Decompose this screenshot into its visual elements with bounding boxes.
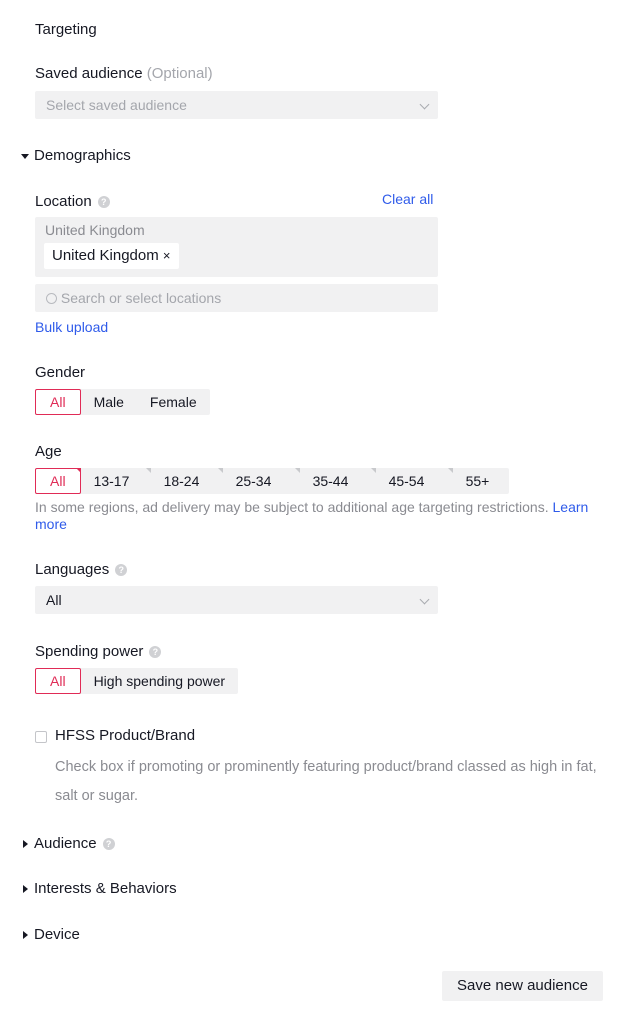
- hfss-label: HFSS Product/Brand: [55, 727, 196, 744]
- hfss-checkbox[interactable]: [35, 731, 47, 743]
- location-label: Location?: [35, 193, 110, 210]
- location-tag: United Kingdom ×: [44, 243, 179, 269]
- caret-down-icon: [21, 153, 29, 159]
- gender-segmented: All Male Female: [35, 389, 210, 415]
- help-circle-icon[interactable]: ?: [149, 646, 162, 659]
- location-tag-label: United Kingdom: [52, 247, 159, 264]
- spending-power-label-text: Spending power: [35, 643, 144, 660]
- age-option-all-label: All: [50, 473, 66, 489]
- spending-power-segmented: All High spending power: [35, 668, 239, 694]
- help-circle-icon[interactable]: ?: [115, 564, 128, 577]
- saved-audience-select[interactable]: Select saved audience: [35, 91, 438, 119]
- close-icon[interactable]: ×: [163, 248, 171, 263]
- age-label: Age: [35, 443, 62, 460]
- age-option-label: 25-34: [235, 473, 272, 489]
- spending-power-label: Spending power?: [35, 643, 162, 660]
- chevron-down-icon: [419, 99, 430, 110]
- search-icon: [46, 293, 57, 304]
- demographics-toggle[interactable]: Demographics: [21, 147, 131, 164]
- age-option-label: 13-17: [93, 473, 130, 489]
- age-option-35-44[interactable]: 35-44: [300, 468, 376, 494]
- languages-value: All: [46, 592, 62, 608]
- gender-option-male[interactable]: Male: [81, 389, 137, 415]
- audience-section-toggle[interactable]: Audience?: [23, 835, 115, 852]
- spending-option-high[interactable]: High spending power: [81, 668, 239, 694]
- device-section-label: Device: [34, 926, 80, 943]
- help-circle-icon[interactable]: ?: [102, 838, 115, 851]
- age-option-label: 35-44: [312, 473, 349, 489]
- optional-hint: (Optional): [146, 65, 213, 82]
- clear-all-link[interactable]: Clear all: [382, 191, 433, 207]
- saved-audience-label-text: Saved audience: [35, 65, 143, 82]
- location-label-text: Location: [35, 193, 92, 210]
- languages-label: Languages?: [35, 561, 128, 578]
- age-option-label: 18-24: [163, 473, 200, 489]
- gender-label: Gender: [35, 364, 86, 381]
- age-option-all[interactable]: All: [35, 468, 81, 494]
- gender-option-all[interactable]: All: [35, 389, 81, 415]
- location-group-label: United Kingdom: [45, 222, 145, 238]
- saved-audience-label: Saved audience (Optional): [35, 65, 213, 82]
- age-segmented: All 13-17 18-24 25-34 35-44 45-54 55+: [35, 468, 509, 494]
- page-title: Targeting: [35, 21, 97, 38]
- bulk-upload-link[interactable]: Bulk upload: [35, 319, 108, 335]
- caret-right-icon: [23, 885, 28, 894]
- age-option-label: 45-54: [388, 473, 425, 489]
- age-option-45-54[interactable]: 45-54: [376, 468, 453, 494]
- age-option-18-24[interactable]: 18-24: [151, 468, 223, 494]
- languages-select[interactable]: All: [35, 586, 438, 614]
- age-note-text: In some regions, ad delivery may be subj…: [35, 499, 549, 515]
- location-search-placeholder: Search or select locations: [60, 290, 222, 306]
- save-new-audience-button[interactable]: Save new audience: [442, 971, 603, 1001]
- caret-right-icon: [23, 931, 28, 940]
- age-option-55-plus[interactable]: 55+: [453, 468, 509, 494]
- age-option-13-17[interactable]: 13-17: [81, 468, 151, 494]
- age-note: In some regions, ad delivery may be subj…: [35, 499, 595, 533]
- hfss-description: Check box if promoting or prominently fe…: [55, 759, 597, 804]
- chevron-down-icon: [419, 594, 430, 605]
- caret-right-icon: [23, 840, 28, 849]
- interests-section-label: Interests & Behaviors: [34, 880, 177, 897]
- saved-audience-placeholder: Select saved audience: [46, 97, 187, 113]
- help-circle-icon[interactable]: ?: [97, 196, 110, 209]
- audience-section-label: Audience: [34, 835, 97, 852]
- languages-label-text: Languages: [35, 561, 110, 578]
- age-option-label: 55+: [465, 473, 490, 489]
- selected-locations-box: United Kingdom United Kingdom ×: [35, 217, 438, 277]
- age-option-25-34[interactable]: 25-34: [223, 468, 300, 494]
- spending-option-all[interactable]: All: [35, 668, 81, 694]
- device-section-toggle[interactable]: Device: [23, 926, 80, 943]
- gender-option-female[interactable]: Female: [137, 389, 210, 415]
- location-search-input[interactable]: Search or select locations: [35, 284, 438, 312]
- demographics-label: Demographics: [34, 147, 131, 164]
- interests-section-toggle[interactable]: Interests & Behaviors: [23, 880, 177, 897]
